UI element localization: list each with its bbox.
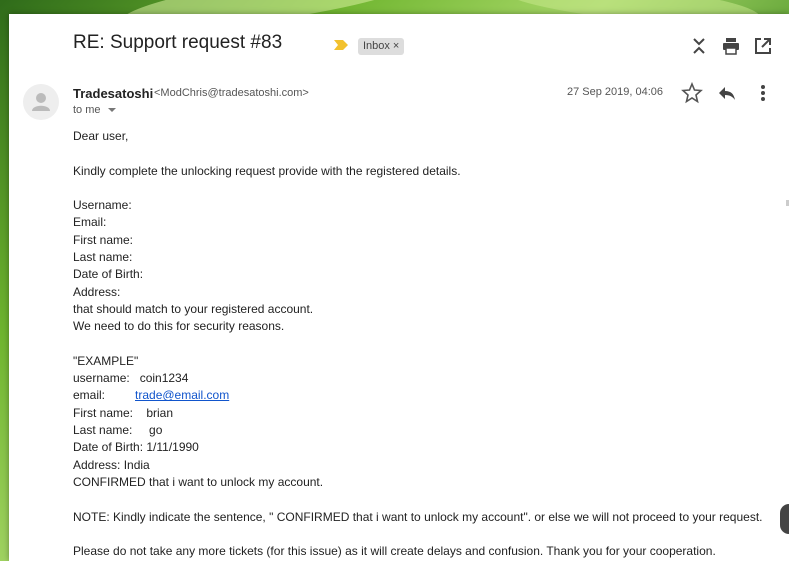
body-field-username: Username: [73, 198, 132, 213]
body-field-first-name: First name: [73, 232, 134, 247]
label-chip-inbox[interactable]: Inbox × [358, 38, 405, 55]
email-date: 27 Sep 2019, 04:06 [567, 86, 664, 98]
example-email-label: email: [73, 388, 136, 403]
body-field-dob: Date of Birth: [73, 267, 144, 282]
subject-row: RE: Support request #83 Inbox × [9, 32, 789, 62]
body-field-email: Email: [73, 215, 107, 230]
example-email-row: email: trade@email.com [73, 387, 783, 404]
body-security-note: We need to do this for security reasons. [73, 319, 285, 334]
remove-label-icon[interactable]: × [393, 40, 399, 52]
more-vert-icon[interactable] [752, 82, 774, 104]
reply-icon[interactable] [716, 82, 738, 104]
example-username: username: coin1234 [73, 371, 189, 386]
email-subject: RE: Support request #83 [73, 32, 283, 53]
body-field-last-name: Last name: [73, 250, 133, 265]
sender-email: <ModChris@tradesatoshi.com> [154, 87, 309, 99]
print-icon[interactable] [721, 36, 741, 56]
chevron-down-icon [107, 108, 116, 112]
person-avatar-icon [32, 93, 50, 111]
sender-avatar [23, 84, 59, 120]
open-in-new-window-icon[interactable] [753, 36, 773, 56]
example-last-name: Last name: go [73, 423, 163, 438]
example-email-link[interactable]: trade@email.com [135, 388, 229, 402]
example-address: Address: India [73, 457, 150, 472]
email-window: RE: Support request #83 Inbox × Tradesato… [9, 14, 789, 561]
body-greeting: Dear user, [73, 129, 129, 143]
body-intro: Kindly complete the unlocking request pr… [73, 163, 461, 178]
sender-name: Tradesatoshi [73, 86, 154, 101]
label-chip-text: Inbox [363, 40, 390, 52]
important-marker-icon[interactable] [334, 40, 348, 50]
example-dob: Date of Birth: 1/11/1990 [73, 440, 199, 455]
star-icon[interactable] [681, 82, 703, 104]
body-match-note: that should match to your registered acc… [73, 301, 314, 316]
example-first-name: First name: brian [73, 405, 174, 420]
example-title: "EXAMPLE" [73, 353, 139, 368]
scroll-handle[interactable] [780, 504, 789, 534]
recipient-label: to me [73, 104, 101, 116]
example-confirm: CONFIRMED that i want to unlock my accou… [73, 474, 324, 489]
recipient-dropdown[interactable]: to me [73, 104, 116, 116]
body-closing: Please do not take any more tickets (for… [73, 544, 716, 559]
collapse-all-icon[interactable] [689, 36, 709, 56]
email-body: Dear user, Kindly complete the unlocking… [73, 128, 783, 560]
body-note: NOTE: Kindly indicate the sentence, " CO… [73, 509, 763, 524]
body-field-address: Address: [73, 284, 121, 299]
